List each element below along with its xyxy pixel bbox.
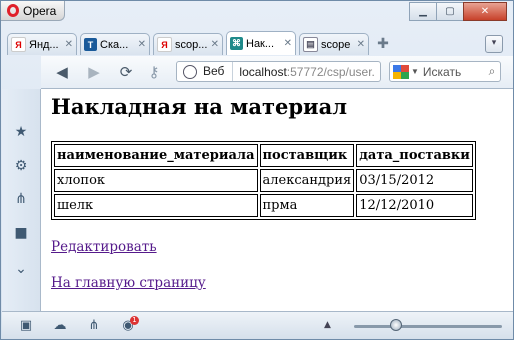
table-cell: хлопок [54,169,258,192]
unite-icon[interactable]: ⋔ [14,192,28,206]
column-header: наименование_материала [54,144,258,167]
home-page-link[interactable]: На главную страницу [51,275,206,291]
column-header: поставщик [259,144,355,167]
page-icon: ▤ [303,37,318,52]
page-title: Накладная на материал [51,94,348,119]
title-bar: Opera ▁ ▢ ✕ [1,1,513,25]
url-host: localhost [239,64,287,79]
google-icon [393,64,409,79]
tab-yandex[interactable]: Я Янд... ✕ [7,33,77,55]
opera-menu-button[interactable]: Opera [1,1,65,21]
notes-icon[interactable]: ■ [14,226,28,240]
forward-button[interactable]: ▶ [85,63,103,81]
url-text[interactable]: localhost:57772/csp/user. [233,65,374,79]
tab-label: scop... [175,38,208,51]
page-content: Накладная на материал наименование_матер… [41,89,513,311]
tab-label: scope (... [321,38,354,51]
new-tab-button[interactable]: ✚ [374,35,392,53]
tab-close-icon[interactable]: ✕ [284,38,292,49]
materials-table: наименование_материала поставщик дата_по… [51,141,476,220]
tab-bar: Я Янд... ✕ T Ска... ✕ Я scop... ✕ ⌘ Нак.… [7,31,392,55]
table-row: хлопок александрия 03/15/2012 [54,169,473,192]
search-engine-dropdown-icon[interactable]: ▼ [411,67,419,76]
bookmarks-star-icon[interactable]: ★ [14,125,28,139]
tab-scope-search[interactable]: Я scop... ✕ [153,33,223,55]
minimize-button[interactable]: ▁ [409,2,437,21]
tab-close-icon[interactable]: ✕ [357,39,365,50]
tab-download[interactable]: T Ска... ✕ [80,33,150,55]
maximize-button[interactable]: ▢ [436,2,464,21]
column-header: дата_поставки [356,144,473,167]
table-row: шелк прма 12/12/2010 [54,194,473,217]
app-name: Opera [23,3,57,18]
notification-badge: 1 [130,316,139,325]
tab-label: Янд... [29,38,59,51]
table-cell: александрия [259,169,355,192]
reload-button[interactable]: ⟳ [117,63,135,81]
search-field[interactable]: ▼ Искать ⌕ [389,61,501,82]
tab-menu-button[interactable]: ▾ [485,35,503,53]
browser-window: Opera ▁ ▢ ✕ Я Янд... ✕ T Ска... ✕ Я scop… [0,0,514,340]
search-placeholder: Искать [422,64,462,79]
table-header-row: наименование_материала поставщик дата_по… [54,144,473,167]
table-cell: 12/12/2010 [356,194,473,217]
key-icon[interactable]: ⚷ [145,63,163,81]
network-icon: ⌘ [230,37,243,50]
navigation-toolbar: ◀ ▶ ⟳ ⚷ Веб localhost:57772/csp/user. ▼ … [41,56,513,89]
opera-logo-icon [7,4,19,17]
panel-toggle-icon[interactable]: ▣ [18,318,34,334]
zoom-slider-thumb[interactable] [390,319,402,331]
table-cell: шелк [54,194,258,217]
tab-invoice[interactable]: ⌘ Нак... ✕ [226,31,296,55]
tab-label: Нак... [246,37,275,50]
url-path: :57772/csp/user. [286,64,375,79]
edit-link[interactable]: Редактировать [51,239,157,255]
unite-status-icon[interactable]: ⋔ [86,318,102,334]
T-icon: T [84,38,97,51]
tab-close-icon[interactable]: ✕ [138,39,146,50]
table-cell: прма [259,194,355,217]
search-icon[interactable]: ⌕ [484,64,500,79]
zoom-slider-track[interactable] [354,325,502,328]
settings-gear-icon[interactable]: ⚙ [14,159,28,173]
yandex-icon: Я [11,37,26,52]
globe-icon [183,64,197,79]
tab-close-icon[interactable]: ✕ [211,39,219,50]
sidebar-panel: ★ ⚙ ⋔ ■ ⌄ [2,89,41,311]
tab-close-icon[interactable]: ✕ [65,39,73,50]
tab-scope[interactable]: ▤ scope (... ✕ [299,33,369,55]
close-window-button[interactable]: ✕ [463,2,507,21]
expand-panel-icon[interactable]: ⌄ [14,262,28,276]
table-cell: 03/15/2012 [356,169,473,192]
web-label: Веб [203,62,234,81]
status-bar: ▣ ☁ ⋔ ◉ 1 ▲ [2,311,513,339]
yandex-icon: Я [157,37,172,52]
window-controls: ▁ ▢ ✕ [409,2,507,21]
back-button[interactable]: ◀ [53,63,71,81]
zoom-menu-icon[interactable]: ▲ [324,320,331,330]
tab-label: Ска... [100,38,129,51]
turbo-cloud-icon[interactable]: ☁ [52,318,68,334]
address-bar[interactable]: Веб localhost:57772/csp/user. [176,61,381,82]
